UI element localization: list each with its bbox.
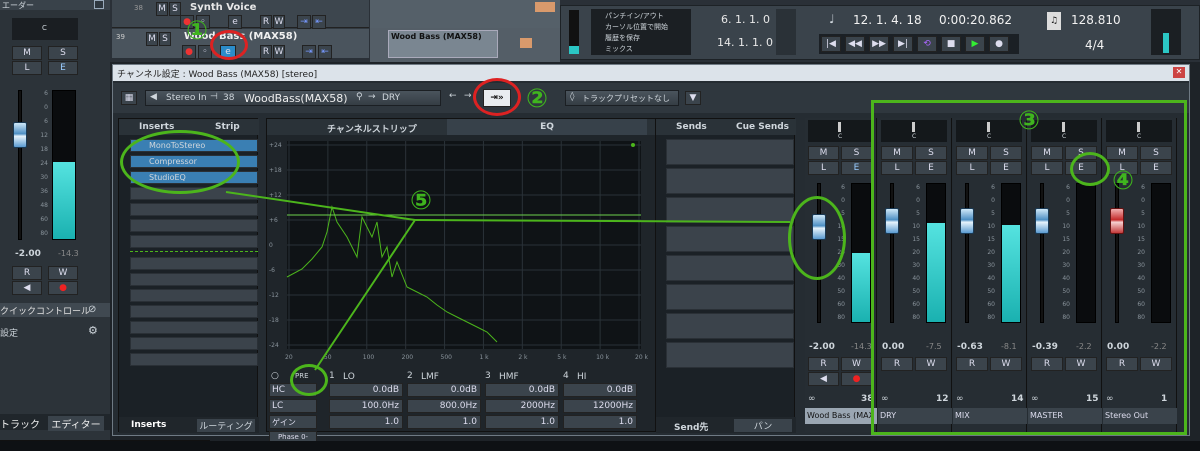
annotation-lines xyxy=(225,191,791,371)
